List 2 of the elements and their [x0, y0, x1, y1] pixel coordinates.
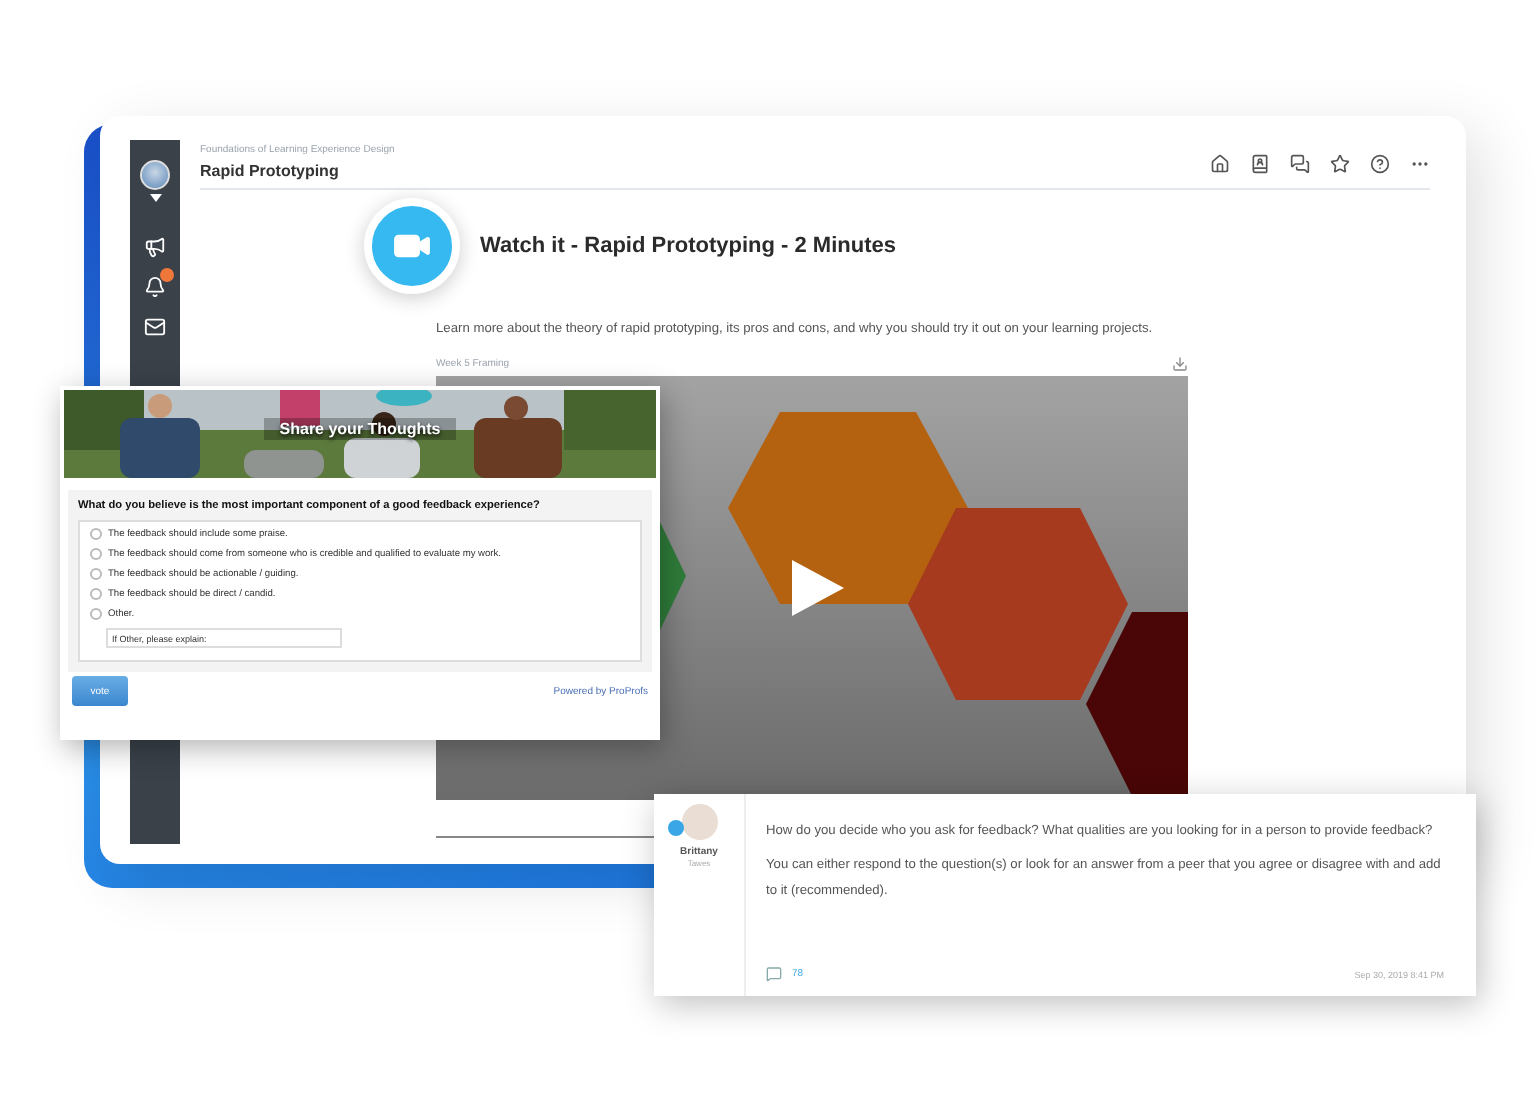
lesson-heading: Watch it - Rapid Prototyping - 2 Minutes	[480, 234, 896, 258]
page-title: Rapid Prototyping	[200, 162, 341, 180]
